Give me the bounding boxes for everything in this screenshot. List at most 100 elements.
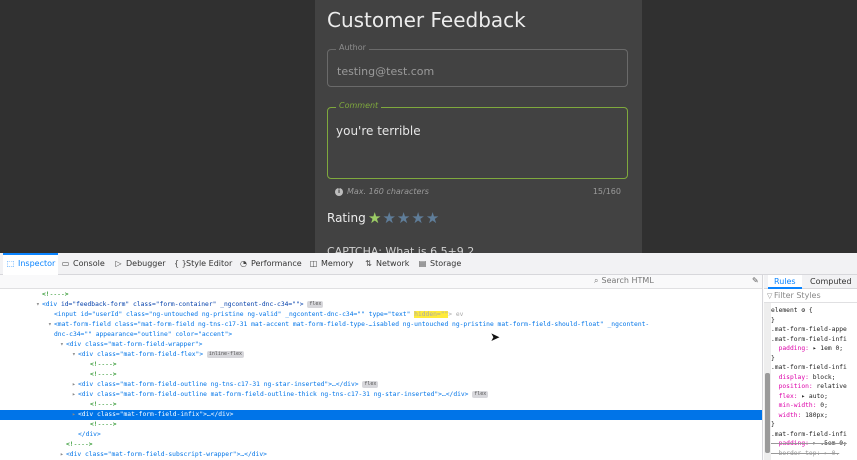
tab-style-editor[interactable]: { }Style Editor bbox=[174, 253, 232, 275]
markup-text: <div class="mat-form-field-flex"> bbox=[78, 351, 204, 358]
markup-node[interactable]: <!----> bbox=[0, 420, 762, 430]
markup-node[interactable]: <!----> bbox=[0, 290, 762, 300]
markup-node[interactable]: ▾ <div class="mat-form-field-wrapper"> bbox=[0, 340, 762, 350]
tab-label: Storage bbox=[430, 259, 462, 268]
rating-stars[interactable]: ★★★★★ bbox=[368, 209, 440, 227]
css-declaration[interactable]: flex: ▸ auto; bbox=[771, 392, 857, 401]
markup-node[interactable]: <input id="userId" class="ng-untouched n… bbox=[0, 310, 762, 320]
css-rule-line[interactable]: border-top: ▸ 0. bbox=[771, 449, 857, 458]
author-field[interactable]: Author testing@test.com bbox=[327, 43, 628, 87]
markup-comment: <!----> bbox=[42, 291, 69, 298]
markup-text: <mat-form-field class="mat-form-field ng… bbox=[54, 321, 650, 328]
rating-star-1[interactable]: ★ bbox=[368, 209, 382, 227]
rating-star-4[interactable]: ★ bbox=[411, 209, 425, 227]
performance-icon: ◔ bbox=[240, 259, 247, 268]
inspector-icon: ⬚ bbox=[6, 259, 15, 268]
tab-storage[interactable]: ▤ Storage bbox=[418, 253, 462, 275]
network-icon: ⇅ bbox=[365, 259, 372, 268]
mouse-cursor-icon: ➤ bbox=[490, 330, 501, 344]
css-rule-line[interactable]: .mat-form-field-infi bbox=[771, 430, 857, 439]
display-badge[interactable]: flex bbox=[472, 390, 489, 398]
markup-tail: > ev bbox=[448, 311, 464, 318]
tab-label: Network bbox=[376, 259, 410, 268]
tab-performance[interactable]: ◔ Performance bbox=[239, 253, 302, 275]
tab-debugger[interactable]: ▷ Debugger bbox=[114, 253, 165, 275]
markup-text: dnc-c34="" appearance="outline" color="a… bbox=[54, 331, 233, 338]
css-rule-line[interactable]: } bbox=[771, 354, 857, 363]
rating-star-3[interactable]: ★ bbox=[397, 209, 411, 227]
css-rule-line[interactable]: .mat-form-field-infi bbox=[771, 335, 857, 344]
tab-computed[interactable]: Computed bbox=[810, 275, 852, 289]
tab-label: Memory bbox=[321, 259, 354, 268]
markup-node[interactable]: ▾ <div id="feedback-form" class="form-con… bbox=[0, 300, 762, 310]
markup-node[interactable]: ▸ <div class="mat-form-field-outline ng-t… bbox=[0, 380, 762, 390]
css-declaration[interactable]: padding: ▸ .5em 0; bbox=[771, 439, 857, 448]
markup-search-bar: ⌕ Search HTML ✎ bbox=[0, 275, 762, 289]
markup-text: <input id="userId" class="ng-untouched n… bbox=[54, 311, 415, 318]
markup-text: <div class="mat-form-field-subscript-wra… bbox=[66, 451, 267, 458]
css-declaration[interactable]: display: block; bbox=[771, 373, 857, 382]
rating-label: Rating bbox=[327, 211, 366, 225]
css-declaration[interactable]: position: relative bbox=[771, 382, 857, 391]
tab-network[interactable]: ⇅ Network bbox=[364, 253, 409, 275]
markup-comment: <!----> bbox=[90, 371, 117, 378]
css-property: position: bbox=[771, 383, 813, 390]
tab-label: Style Editor bbox=[186, 259, 233, 268]
display-badge[interactable]: flex bbox=[362, 380, 379, 388]
rating-star-2[interactable]: ★ bbox=[382, 209, 396, 227]
tab-inspector[interactable]: ⬚ Inspector bbox=[3, 253, 59, 275]
display-badge[interactable]: flex bbox=[307, 300, 324, 308]
tab-label: Inspector bbox=[18, 259, 56, 268]
markup-text: </div> bbox=[78, 431, 101, 438]
feedback-card: Customer Feedback Author testing@test.co… bbox=[315, 0, 642, 253]
markup-tag: <div bbox=[42, 301, 61, 308]
filter-styles-input[interactable]: ▽ Filter Styles bbox=[764, 289, 857, 303]
markup-node[interactable]: <!----> bbox=[0, 370, 762, 380]
comment-hint-row: i Max. 160 characters 15/160 bbox=[335, 187, 621, 199]
markup-node[interactable]: ▸ <div class="mat-form-field-subscript-wr… bbox=[0, 450, 762, 460]
markup-text: <div class="mat-form-field-outline mat-f… bbox=[78, 391, 469, 398]
eyedropper-icon[interactable]: ✎ bbox=[752, 276, 759, 285]
markup-node[interactable]: ▾ <div class="mat-form-field-flex"> inlin… bbox=[0, 350, 762, 360]
css-declaration[interactable]: padding: ▸ 1em 0; bbox=[771, 344, 857, 353]
comment-value[interactable]: you're terrible bbox=[336, 124, 421, 138]
highlighted-hidden-attribute[interactable]: hidden="" bbox=[414, 311, 449, 318]
storage-icon: ▤ bbox=[418, 259, 427, 268]
rating-star-5[interactable]: ★ bbox=[426, 209, 440, 227]
css-rule-line[interactable]: .mat-form-field-infi bbox=[771, 363, 857, 372]
tab-label: Console bbox=[73, 259, 105, 268]
comment-label: Comment bbox=[336, 101, 382, 110]
search-html-input[interactable]: ⌕ Search HTML bbox=[594, 276, 744, 287]
css-declaration[interactable]: min-width: 0; bbox=[771, 401, 857, 410]
css-value: 0; bbox=[816, 402, 828, 409]
markup-node[interactable]: <!----> bbox=[0, 440, 762, 450]
markup-node[interactable]: dnc-c34="" appearance="outline" color="a… bbox=[0, 330, 762, 340]
markup-node[interactable]: ▸ <div class="mat-form-field-outline mat-… bbox=[0, 390, 762, 400]
markup-node[interactable]: <!----> bbox=[0, 360, 762, 370]
tab-rules[interactable]: Rules bbox=[768, 275, 802, 289]
markup-comment: <!----> bbox=[90, 401, 117, 408]
rules-scrollbar[interactable] bbox=[764, 303, 771, 460]
tab-console[interactable]: ▭ Console bbox=[61, 253, 105, 275]
markup-node[interactable]: <!----> bbox=[0, 400, 762, 410]
css-property: flex: bbox=[771, 392, 798, 400]
display-badge[interactable]: inline-flex bbox=[206, 350, 245, 358]
markup-node[interactable]: ▾ <mat-form-field class="mat-form-field n… bbox=[0, 320, 762, 330]
css-rule-line[interactable]: element ⚙ { bbox=[771, 306, 857, 315]
css-rule-line[interactable]: .mat-form-field-appe bbox=[771, 325, 857, 334]
filter-styles-placeholder: Filter Styles bbox=[774, 291, 821, 300]
css-rule-line[interactable]: } bbox=[771, 420, 857, 429]
markup-node-selected[interactable]: ▸ <div class="mat-form-field-infix">…</di… bbox=[0, 410, 762, 420]
console-icon: ▭ bbox=[61, 259, 70, 268]
comment-field[interactable]: Comment you're terrible bbox=[327, 101, 628, 179]
markup-text: <div class="mat-form-field-wrapper"> bbox=[66, 341, 203, 348]
tab-memory[interactable]: ◫ Memory bbox=[309, 253, 354, 275]
css-property: padding: bbox=[771, 345, 809, 352]
search-icon: ⌕ bbox=[594, 276, 599, 285]
markup-node[interactable]: </div> bbox=[0, 430, 762, 440]
rules-scrollbar-thumb[interactable] bbox=[765, 373, 770, 453]
markup-view: ⌕ Search HTML ✎ <!----> ▾ <div id="feedback… bbox=[0, 275, 763, 460]
css-rule-line[interactable]: } bbox=[771, 316, 857, 325]
author-value: testing@test.com bbox=[337, 65, 435, 78]
css-declaration[interactable]: width: 180px; bbox=[771, 411, 857, 420]
